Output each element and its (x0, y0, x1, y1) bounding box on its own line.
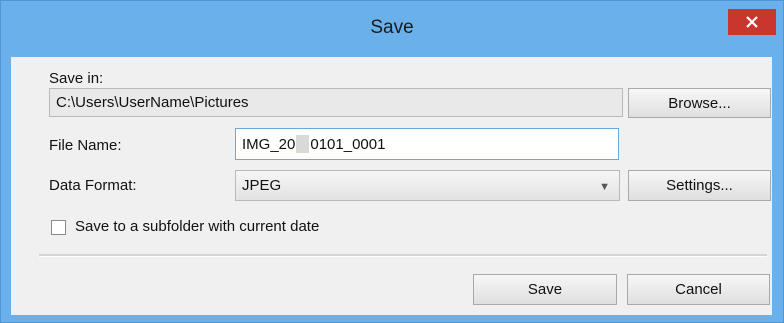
data-format-select[interactable]: JPEG ▼ (235, 170, 620, 201)
cancel-button-label: Cancel (675, 281, 722, 298)
data-format-label: Data Format: (49, 177, 137, 194)
dialog-title: Save (370, 17, 414, 38)
save-button[interactable]: Save (473, 274, 617, 305)
title-bar[interactable]: Save (1, 1, 783, 57)
settings-button-label: Settings... (666, 177, 733, 194)
browse-button-label: Browse... (668, 94, 731, 112)
divider (39, 254, 767, 257)
file-name-label: File Name: (49, 137, 122, 154)
save-in-path: C:\Users\UserName\Pictures (56, 94, 249, 111)
save-dialog: Save Save in: C:\Users\UserName\Pictures… (0, 0, 784, 323)
save-button-label: Save (527, 281, 563, 298)
chevron-down-icon: ▼ (599, 181, 610, 193)
settings-button[interactable]: Settings... (628, 170, 771, 201)
file-name-suffix: 0101_0001 (310, 135, 386, 153)
save-in-path-field: C:\Users\UserName\Pictures (49, 88, 623, 117)
file-name-prefix: IMG_20 (242, 135, 296, 153)
subfolder-checkbox-label[interactable]: Save to a subfolder with current date (75, 218, 319, 235)
close-button[interactable] (728, 9, 776, 35)
browse-button[interactable]: Browse... (628, 88, 771, 118)
cancel-button[interactable]: Cancel (627, 274, 770, 305)
save-in-label: Save in: (49, 70, 104, 87)
redacted-block (296, 135, 310, 153)
close-icon (746, 16, 758, 28)
subfolder-checkbox[interactable] (51, 220, 66, 235)
file-name-input[interactable]: IMG_20 0101_0001 (235, 128, 619, 160)
dialog-body: Save in: C:\Users\UserName\Pictures Brow… (11, 57, 772, 315)
data-format-value: JPEG (242, 177, 282, 194)
